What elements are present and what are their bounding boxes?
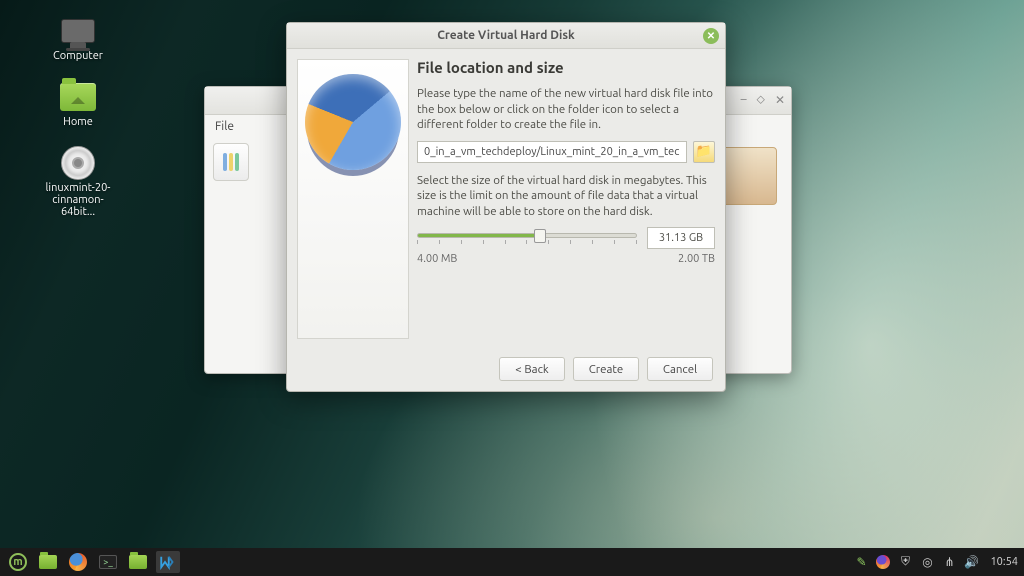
slider-min-label: 4.00 MB <box>417 253 457 265</box>
taskbar-files2-button[interactable] <box>126 551 150 573</box>
disc-icon <box>61 146 95 180</box>
taskbar-files-button[interactable] <box>36 551 60 573</box>
virtualbox-icon <box>159 553 177 571</box>
desktop-icon-label: Home <box>63 116 93 128</box>
computer-icon <box>61 19 95 43</box>
folder-open-icon: 📁 <box>696 144 712 159</box>
cancel-button[interactable]: Cancel <box>647 357 713 381</box>
browse-folder-button[interactable]: 📁 <box>693 141 715 163</box>
dialog-title: Create Virtual Hard Disk <box>437 29 575 42</box>
welcome-box-illustration <box>719 147 777 205</box>
taskbar-firefox-button[interactable] <box>66 551 90 573</box>
desktop-icons-area: Computer Home linuxmint-20-cinnamon-64bi… <box>40 14 116 218</box>
tray-pen-icon[interactable]: ✎ <box>854 555 868 569</box>
disk-size-slider[interactable] <box>417 233 637 244</box>
taskbar-clock[interactable]: 10:54 <box>990 556 1018 568</box>
tray-firefox-icon[interactable] <box>876 555 890 569</box>
dialog-heading: File location and size <box>417 59 715 76</box>
slider-thumb[interactable] <box>534 229 546 243</box>
pie-chart-icon <box>305 74 401 170</box>
disk-size-value[interactable]: 31.13 GB <box>647 227 715 249</box>
taskbar-terminal-button[interactable]: >_ <box>96 551 120 573</box>
dialog-illustration-panel <box>297 59 409 339</box>
window-close-icon[interactable]: ✕ <box>775 93 785 107</box>
menu-file[interactable]: File <box>215 120 234 133</box>
start-menu-button[interactable]: m <box>6 551 30 573</box>
system-tray: ✎ ⛨ ◎ ⋔ 🔊 10:54 <box>854 555 1018 569</box>
desktop-icon-home[interactable]: Home <box>40 80 116 128</box>
taskbar-virtualbox-button[interactable] <box>156 551 180 573</box>
folder-icon <box>129 555 147 569</box>
tray-volume-icon[interactable]: 🔊 <box>964 555 978 569</box>
tools-icon <box>223 153 239 171</box>
dialog-titlebar[interactable]: Create Virtual Hard Disk ✕ <box>287 23 725 49</box>
tray-network-icon[interactable]: ⋔ <box>942 555 956 569</box>
desktop-icon-label: linuxmint-20-cinnamon-64bit... <box>40 182 116 218</box>
dialog-close-button[interactable]: ✕ <box>703 28 719 44</box>
window-minimize-icon[interactable]: – <box>741 93 747 107</box>
terminal-icon: >_ <box>99 555 117 569</box>
back-button[interactable]: < Back <box>499 357 565 381</box>
home-folder-icon <box>60 83 96 111</box>
dialog-paragraph-1: Please type the name of the new virtual … <box>417 86 715 133</box>
tray-shield-icon[interactable]: ⛨ <box>898 555 912 569</box>
create-button[interactable]: Create <box>573 357 639 381</box>
folder-icon <box>39 555 57 569</box>
slider-max-label: 2.00 TB <box>678 253 715 265</box>
desktop-icon-label: Computer <box>53 50 103 62</box>
desktop-icon-iso[interactable]: linuxmint-20-cinnamon-64bit... <box>40 146 116 218</box>
desktop-icon-computer[interactable]: Computer <box>40 14 116 62</box>
window-maximize-icon[interactable]: ⬦ <box>757 93 765 107</box>
firefox-icon <box>69 553 87 571</box>
tray-updates-icon[interactable]: ◎ <box>920 555 934 569</box>
create-virtual-hard-disk-dialog: Create Virtual Hard Disk ✕ File location… <box>286 22 726 392</box>
mint-logo-icon: m <box>9 553 27 571</box>
dialog-paragraph-2: Select the size of the virtual hard disk… <box>417 173 715 220</box>
file-path-input[interactable] <box>417 141 687 163</box>
taskbar: m >_ ✎ ⛨ ◎ ⋔ 🔊 10:54 <box>0 548 1024 576</box>
tools-sidebar-button[interactable] <box>213 143 249 181</box>
slider-ticks <box>417 240 637 244</box>
dialog-content: File location and size Please type the n… <box>417 59 715 339</box>
